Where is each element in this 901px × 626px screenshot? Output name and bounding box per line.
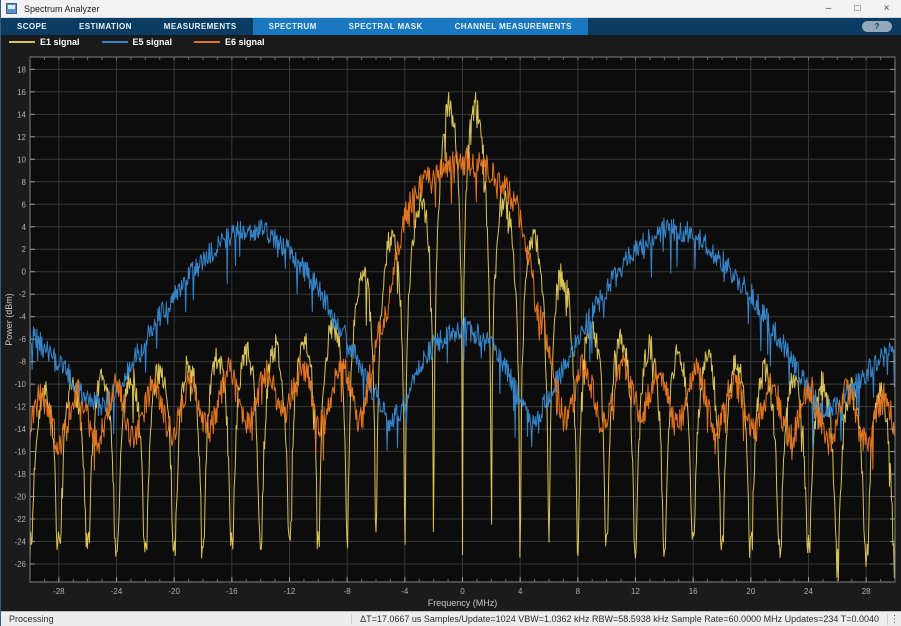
x-tick-label: 16 xyxy=(689,587,698,596)
x-tick-label: -8 xyxy=(344,587,352,596)
y-tick-label: -12 xyxy=(14,403,26,412)
tab-scope[interactable]: SCOPE xyxy=(1,18,63,35)
y-tick-label: -24 xyxy=(14,538,26,547)
legend-label-e1: E1 signal xyxy=(40,37,80,47)
legend-item-e1[interactable]: E1 signal xyxy=(9,37,80,47)
status-bar: Processing ΔT=17.0667 us Samples/Update=… xyxy=(1,611,901,626)
toolstrip: SCOPE ESTIMATION MEASUREMENTS SPECTRUM S… xyxy=(1,18,901,35)
window-title: Spectrum Analyzer xyxy=(24,4,814,14)
y-tick-label: 0 xyxy=(22,268,27,277)
plot-area[interactable]: -28-24-20-16-12-8-4048121620242818161412… xyxy=(1,49,901,611)
y-tick-label: -10 xyxy=(14,380,26,389)
status-stats: ΔT=17.0667 us Samples/Update=1024 VBW=1.… xyxy=(351,614,887,624)
y-tick-label: 12 xyxy=(17,133,26,142)
y-tick-label: 2 xyxy=(22,245,27,254)
y-tick-label: -20 xyxy=(14,493,26,502)
legend-label-e6: E6 signal xyxy=(225,37,265,47)
x-tick-label: 24 xyxy=(804,587,813,596)
kebab-menu-icon[interactable]: ⋮ xyxy=(887,614,901,625)
y-tick-label: -14 xyxy=(14,425,26,434)
tab-measurements[interactable]: MEASUREMENTS xyxy=(148,18,253,35)
x-axis-label: Frequency (MHz) xyxy=(428,598,498,608)
tab-estimation[interactable]: ESTIMATION xyxy=(63,18,148,35)
help-button[interactable]: ? xyxy=(862,21,892,32)
x-tick-label: -28 xyxy=(53,587,65,596)
status-message: Processing xyxy=(1,614,351,624)
close-button[interactable]: × xyxy=(872,0,901,17)
legend-item-e6[interactable]: E6 signal xyxy=(194,37,265,47)
scope-display: -28-24-20-16-12-8-4048121620242818161412… xyxy=(1,49,901,611)
x-tick-label: -20 xyxy=(168,587,180,596)
title-bar: Spectrum Analyzer – □ × xyxy=(1,0,901,18)
legend: E1 signal E5 signal E6 signal xyxy=(1,35,901,49)
y-axis-label: Power (dBm) xyxy=(4,293,14,346)
legend-label-e5: E5 signal xyxy=(133,37,173,47)
y-tick-label: 4 xyxy=(22,223,27,232)
x-tick-label: -16 xyxy=(226,587,238,596)
y-tick-label: -2 xyxy=(19,290,27,299)
measurements-tab-group: SPECTRUM SPECTRAL MASK CHANNEL MEASUREME… xyxy=(253,18,588,35)
tab-spectral-mask[interactable]: SPECTRAL MASK xyxy=(333,18,439,35)
y-tick-label: -8 xyxy=(19,358,27,367)
app-icon xyxy=(6,3,17,14)
y-tick-label: 14 xyxy=(17,110,26,119)
x-tick-label: 4 xyxy=(518,587,523,596)
x-tick-label: 0 xyxy=(460,587,465,596)
y-tick-label: 18 xyxy=(17,65,26,74)
x-tick-label: 8 xyxy=(576,587,581,596)
y-tick-label: 6 xyxy=(22,200,27,209)
maximize-button[interactable]: □ xyxy=(843,0,872,17)
y-tick-label: -22 xyxy=(14,515,26,524)
e6-line-swatch-icon xyxy=(194,41,220,43)
spectrum-analyzer-window: Spectrum Analyzer – □ × SCOPE ESTIMATION… xyxy=(0,0,901,626)
y-tick-label: -16 xyxy=(14,448,26,457)
y-tick-label: 8 xyxy=(22,178,27,187)
tab-spectrum[interactable]: SPECTRUM xyxy=(253,18,333,35)
y-tick-label: -18 xyxy=(14,470,26,479)
x-tick-label: 28 xyxy=(862,587,871,596)
y-tick-label: 10 xyxy=(17,155,26,164)
x-tick-label: 12 xyxy=(631,587,640,596)
y-tick-label: -26 xyxy=(14,560,26,569)
x-tick-label: 20 xyxy=(746,587,755,596)
minimize-button[interactable]: – xyxy=(814,0,843,17)
e5-line-swatch-icon xyxy=(102,41,128,43)
x-tick-label: -4 xyxy=(401,587,409,596)
y-tick-label: -6 xyxy=(19,335,27,344)
tab-channel-measurements[interactable]: CHANNEL MEASUREMENTS xyxy=(439,18,588,35)
e1-line-swatch-icon xyxy=(9,41,35,43)
legend-item-e5[interactable]: E5 signal xyxy=(102,37,173,47)
y-tick-label: 16 xyxy=(17,88,26,97)
y-tick-label: -4 xyxy=(19,313,27,322)
x-tick-label: -12 xyxy=(284,587,296,596)
x-tick-label: -24 xyxy=(111,587,123,596)
